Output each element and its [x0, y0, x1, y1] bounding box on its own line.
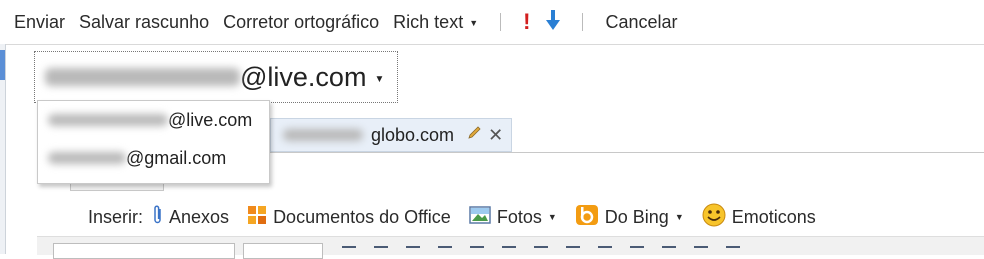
down-arrow-icon[interactable]	[546, 9, 561, 36]
emoticons-label: Emoticons	[731, 206, 816, 227]
from-option-live[interactable]: @live.com	[38, 101, 269, 139]
chevron-down-icon: ▼	[547, 212, 557, 222]
rich-text-label: Rich text	[393, 11, 464, 32]
bing-icon	[575, 204, 605, 231]
toolbar-bottom-border	[6, 44, 984, 45]
close-icon[interactable]: ✕	[488, 125, 503, 146]
photos-label: Fotos	[496, 206, 542, 227]
font-size-select[interactable]	[243, 243, 323, 259]
align-right-icon[interactable]	[502, 246, 516, 258]
font-color-icon[interactable]	[726, 246, 740, 258]
from-account-dropdown: @live.com @gmail.com	[37, 100, 270, 184]
align-left-icon[interactable]	[438, 246, 452, 258]
photos-button[interactable]: Fotos ▼	[469, 205, 557, 229]
from-option-domain: @live.com	[168, 109, 253, 130]
attachments-label: Anexos	[169, 206, 230, 227]
cancel-button[interactable]: Cancelar	[605, 12, 677, 33]
from-option-gmail[interactable]: @gmail.com	[38, 139, 269, 177]
save-draft-button[interactable]: Salvar rascunho	[79, 12, 209, 33]
from-domain: @live.com	[240, 61, 367, 92]
photo-icon	[469, 205, 497, 229]
to-field-underline	[268, 152, 984, 153]
bulleted-list-icon[interactable]	[566, 246, 580, 258]
redacted-username	[48, 114, 168, 126]
office-icon	[247, 205, 273, 230]
smiley-icon	[702, 203, 732, 232]
bold-icon[interactable]	[342, 246, 356, 258]
redacted-username	[45, 68, 240, 86]
bing-label: Do Bing	[604, 206, 669, 227]
toolbar-divider	[500, 13, 502, 31]
exclamation-icon[interactable]: !	[523, 11, 530, 33]
formatting-icons	[342, 246, 758, 258]
redacted-username	[48, 152, 126, 164]
send-button[interactable]: Enviar	[14, 12, 65, 33]
office-docs-label: Documentos do Office	[273, 206, 451, 227]
compose-toolbar: Enviar Salvar rascunho Corretor ortográf…	[0, 0, 984, 44]
rich-text-dropdown[interactable]: Rich text ▼	[393, 12, 478, 33]
chevron-down-icon: ▼	[469, 17, 479, 28]
office-docs-button[interactable]: Documentos do Office	[247, 205, 451, 230]
recipient-chip[interactable]: globo.com ✕	[270, 118, 512, 152]
to-field[interactable]: globo.com ✕	[268, 114, 984, 154]
from-account-select[interactable]: @live.com ▼	[34, 51, 398, 103]
formatting-toolbar	[37, 236, 984, 259]
highlight-icon[interactable]	[662, 246, 676, 258]
pencil-icon[interactable]	[466, 125, 482, 146]
outdent-icon[interactable]	[598, 246, 612, 258]
numbered-list-icon[interactable]	[534, 246, 548, 258]
indent-icon[interactable]	[630, 246, 644, 258]
chevron-down-icon: ▼	[674, 212, 684, 222]
align-center-icon[interactable]	[470, 246, 484, 258]
recipient-domain: globo.com	[371, 124, 455, 145]
from-option-domain: @gmail.com	[126, 147, 227, 168]
attachments-button[interactable]: Anexos	[153, 204, 230, 230]
underline-icon[interactable]	[406, 246, 420, 258]
font-family-select[interactable]	[53, 243, 235, 259]
bing-button[interactable]: Do Bing ▼	[575, 204, 684, 231]
redacted-recipient	[283, 129, 363, 141]
insert-bar: Inserir: Anexos Documentos do Office Fot…	[88, 203, 834, 231]
paperclip-icon	[153, 204, 169, 230]
insert-label: Inserir:	[88, 206, 144, 227]
italic-icon[interactable]	[374, 246, 388, 258]
globe-icon[interactable]	[694, 246, 708, 258]
emoticons-button[interactable]: Emoticons	[702, 203, 816, 232]
subject-input[interactable]	[162, 170, 984, 190]
chevron-down-icon: ▼	[374, 73, 385, 85]
spellcheck-button[interactable]: Corretor ortográfico	[223, 12, 379, 33]
toolbar-divider	[582, 13, 584, 31]
left-panel-marker	[0, 50, 5, 80]
